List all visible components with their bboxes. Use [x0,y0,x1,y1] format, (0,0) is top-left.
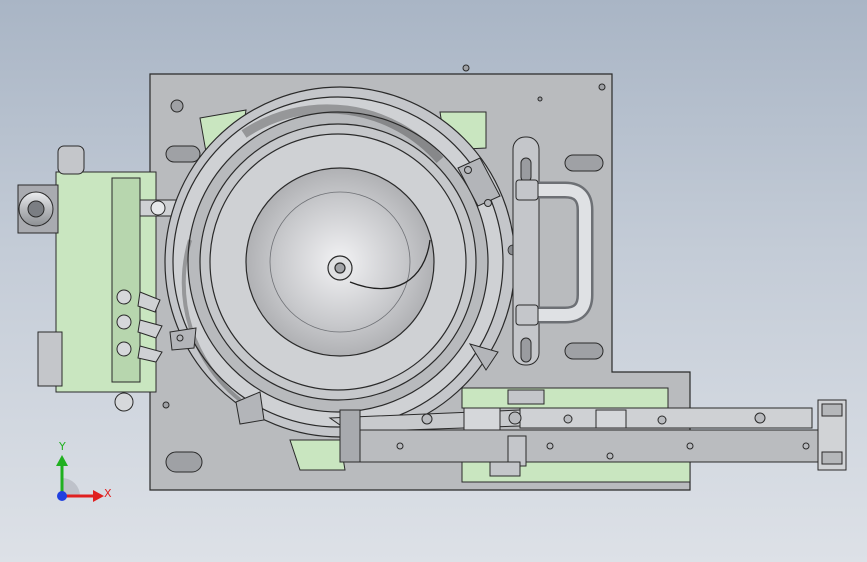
z-axis-dot [57,491,67,501]
cad-viewport[interactable]: 5528 [0,0,867,562]
left-controller [17,145,177,412]
y-axis-arrow [56,455,68,466]
pipe-fitting-top [515,179,539,201]
x-axis-label: X [104,487,112,500]
pipe-fitting-bottom [515,304,539,326]
cad-model-view[interactable]: 5528 [0,0,867,562]
y-axis-label: Y [59,440,66,453]
x-axis-arrow [93,490,104,502]
feeder-bowl [164,86,516,438]
coordinate-triad [56,455,104,502]
right-bracket [512,136,540,366]
